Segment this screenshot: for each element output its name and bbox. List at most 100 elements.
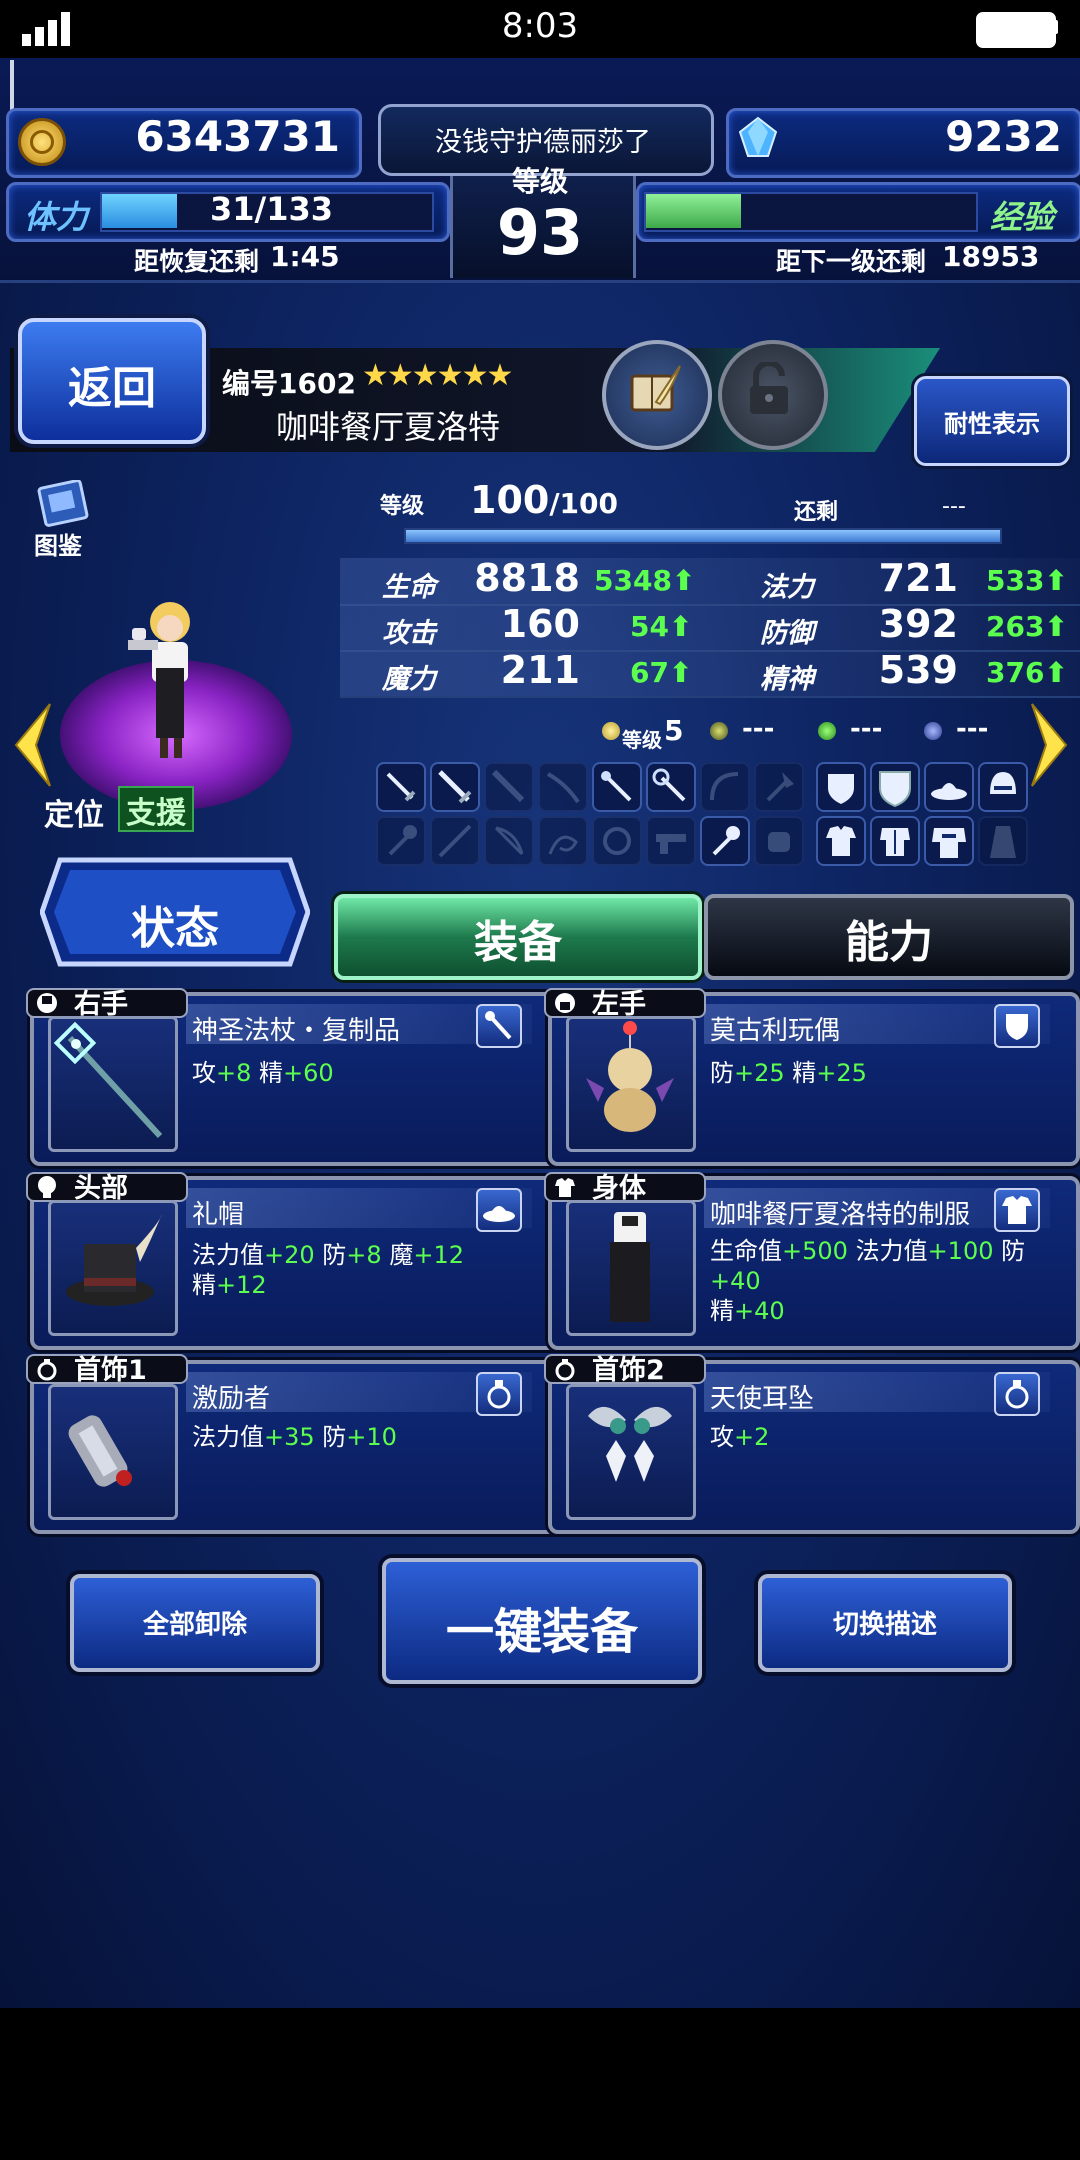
- item-stat-value: +12: [413, 1241, 464, 1269]
- head-slot-icon: [38, 1176, 56, 1198]
- char-exp-remaining-label: 还剩: [794, 500, 839, 525]
- item-stat-label: 魔: [389, 1241, 414, 1269]
- helm-type-icon: [978, 762, 1028, 812]
- holy-staff-icon: [53, 1021, 163, 1139]
- stat-hp-value: 8818: [474, 556, 580, 600]
- crystal-4-value: ---: [956, 714, 989, 744]
- character-sprite: [128, 602, 190, 758]
- next-level-value: 18953: [942, 240, 1040, 273]
- quill-book-icon[interactable]: [626, 362, 682, 418]
- unlock-icon[interactable]: [746, 362, 792, 418]
- gauntlet-icon: [68, 1415, 132, 1487]
- stat-atk-label: 攻击: [382, 618, 436, 649]
- tab-status-label[interactable]: 状态: [40, 892, 310, 956]
- recover-time: 1:45: [270, 240, 340, 273]
- stat-atk-value: 160: [500, 602, 580, 646]
- crystal-level-label: 等级: [622, 728, 662, 752]
- prev-character-arrow-icon[interactable]: [10, 700, 54, 790]
- item-stat-value: +12: [216, 1271, 267, 1299]
- battery-tip: [1052, 20, 1058, 34]
- stat-mp-label: 法力: [760, 572, 814, 603]
- item-name: 神圣法杖・复制品: [192, 1016, 401, 1046]
- item-stat-label: 法力值: [855, 1237, 928, 1265]
- gil-coin-icon: [18, 118, 66, 166]
- item-stat-value: +40: [734, 1297, 785, 1325]
- slot-type-badge: [476, 1372, 522, 1416]
- item-stat-label: 精: [792, 1059, 817, 1087]
- exp-label: 经验: [990, 198, 1055, 236]
- item-name: 激励者: [192, 1384, 271, 1414]
- coin-count: 6343731: [135, 112, 340, 161]
- stat-mag-label: 魔力: [382, 664, 436, 695]
- character-name: 咖啡餐厅夏洛特: [276, 408, 501, 446]
- item-stat-label: 攻: [710, 1423, 734, 1451]
- sword-type-icon: [430, 762, 480, 812]
- crystal-gold-icon: [602, 722, 620, 740]
- light-shield-type-icon: [816, 762, 866, 812]
- char-exp-remaining-value: ---: [942, 494, 966, 519]
- char-level-label: 等级: [380, 494, 425, 519]
- char-level-current: 100: [470, 478, 550, 522]
- item-name: 礼帽: [192, 1200, 245, 1230]
- tab-equip-label[interactable]: 装备: [334, 906, 702, 970]
- item-stat-label: 防: [322, 1423, 347, 1451]
- dagger-type-icon: [376, 762, 426, 812]
- left-hand-icon: [555, 993, 575, 1013]
- item-stats: 攻+8 精+60: [192, 1058, 522, 1088]
- item-stat-label: 防: [710, 1059, 734, 1087]
- clock: 8:03: [501, 6, 579, 46]
- lapis-gem-icon: [738, 116, 778, 157]
- stat-mag-value: 211: [500, 648, 580, 692]
- resistance-button-label[interactable]: 耐性表示: [914, 404, 1070, 439]
- stat-atk-bonus: 54⬆: [630, 610, 693, 643]
- char-level-bar: [404, 528, 1002, 544]
- auto-equip-label[interactable]: 一键装备: [382, 1592, 702, 1662]
- heavy-shield-type-icon: [870, 762, 920, 812]
- switch-description-label[interactable]: 切换描述: [758, 1604, 1012, 1641]
- greatsword-type-icon: [484, 762, 534, 812]
- item-stats-line1: 法力值+20 防+8 魔+12: [192, 1240, 522, 1270]
- item-stat-value: +40: [710, 1267, 761, 1295]
- char-level-max: /100: [549, 487, 619, 520]
- back-button-label[interactable]: 返回: [18, 352, 206, 416]
- stat-mp-bonus: 533⬆: [986, 564, 1068, 597]
- slot-type-badge: [994, 1372, 1040, 1416]
- right-hand-icon: [37, 993, 57, 1013]
- slot-type-badge: [476, 1188, 522, 1232]
- stat-spr-value: 539: [878, 648, 958, 692]
- stat-spr-label: 精神: [760, 664, 814, 695]
- robe-type-icon: [978, 816, 1028, 866]
- item-stat-value: +8: [216, 1059, 252, 1087]
- bottom-bar: [0, 2008, 1080, 2160]
- whip-type-icon: [538, 816, 588, 866]
- spear-type-icon: [430, 816, 480, 866]
- remove-all-label[interactable]: 全部卸除: [70, 1604, 320, 1641]
- player-title: 没钱守护德丽莎了: [435, 127, 651, 158]
- item-stats: 生命值+500 法力值+100 防 +40 精+40: [710, 1236, 1050, 1326]
- item-stats: 防+25 精+25: [710, 1058, 1040, 1088]
- stat-hp-bonus: 5348⬆: [594, 564, 696, 597]
- stat-mag-bonus: 67⬆: [630, 656, 693, 689]
- crystal-blue-icon: [924, 722, 942, 740]
- item-stat-label: 防: [322, 1241, 347, 1269]
- body-slot-icon: [555, 1178, 575, 1197]
- codex-book-icon[interactable]: [36, 480, 92, 528]
- role-text: 支援: [126, 796, 186, 831]
- item-stats-line2: 精+40: [710, 1296, 1050, 1326]
- item-stat-value: +100: [927, 1237, 994, 1265]
- crystal-2-value: ---: [742, 714, 775, 744]
- level-label: 等级: [511, 165, 568, 198]
- stat-mp-value: 721: [878, 556, 958, 600]
- exp-bar-fill: [646, 194, 741, 228]
- codex-label[interactable]: 图鉴: [34, 526, 82, 561]
- item-stat-label: 攻: [192, 1059, 216, 1087]
- tab-ability-label[interactable]: 能力: [704, 906, 1074, 970]
- item-stats: 攻+2: [710, 1422, 1040, 1452]
- item-name: 莫古利玩偶: [710, 1016, 841, 1046]
- gun-type-icon: [646, 816, 696, 866]
- axe-type-icon: [754, 762, 804, 812]
- heavy-armor-type-icon: [924, 816, 974, 866]
- gem-count: 9232: [945, 112, 1062, 161]
- item-stats-line1: 生命值+500 法力值+100 防 +40: [710, 1236, 1050, 1296]
- next-character-arrow-icon[interactable]: [1028, 700, 1072, 790]
